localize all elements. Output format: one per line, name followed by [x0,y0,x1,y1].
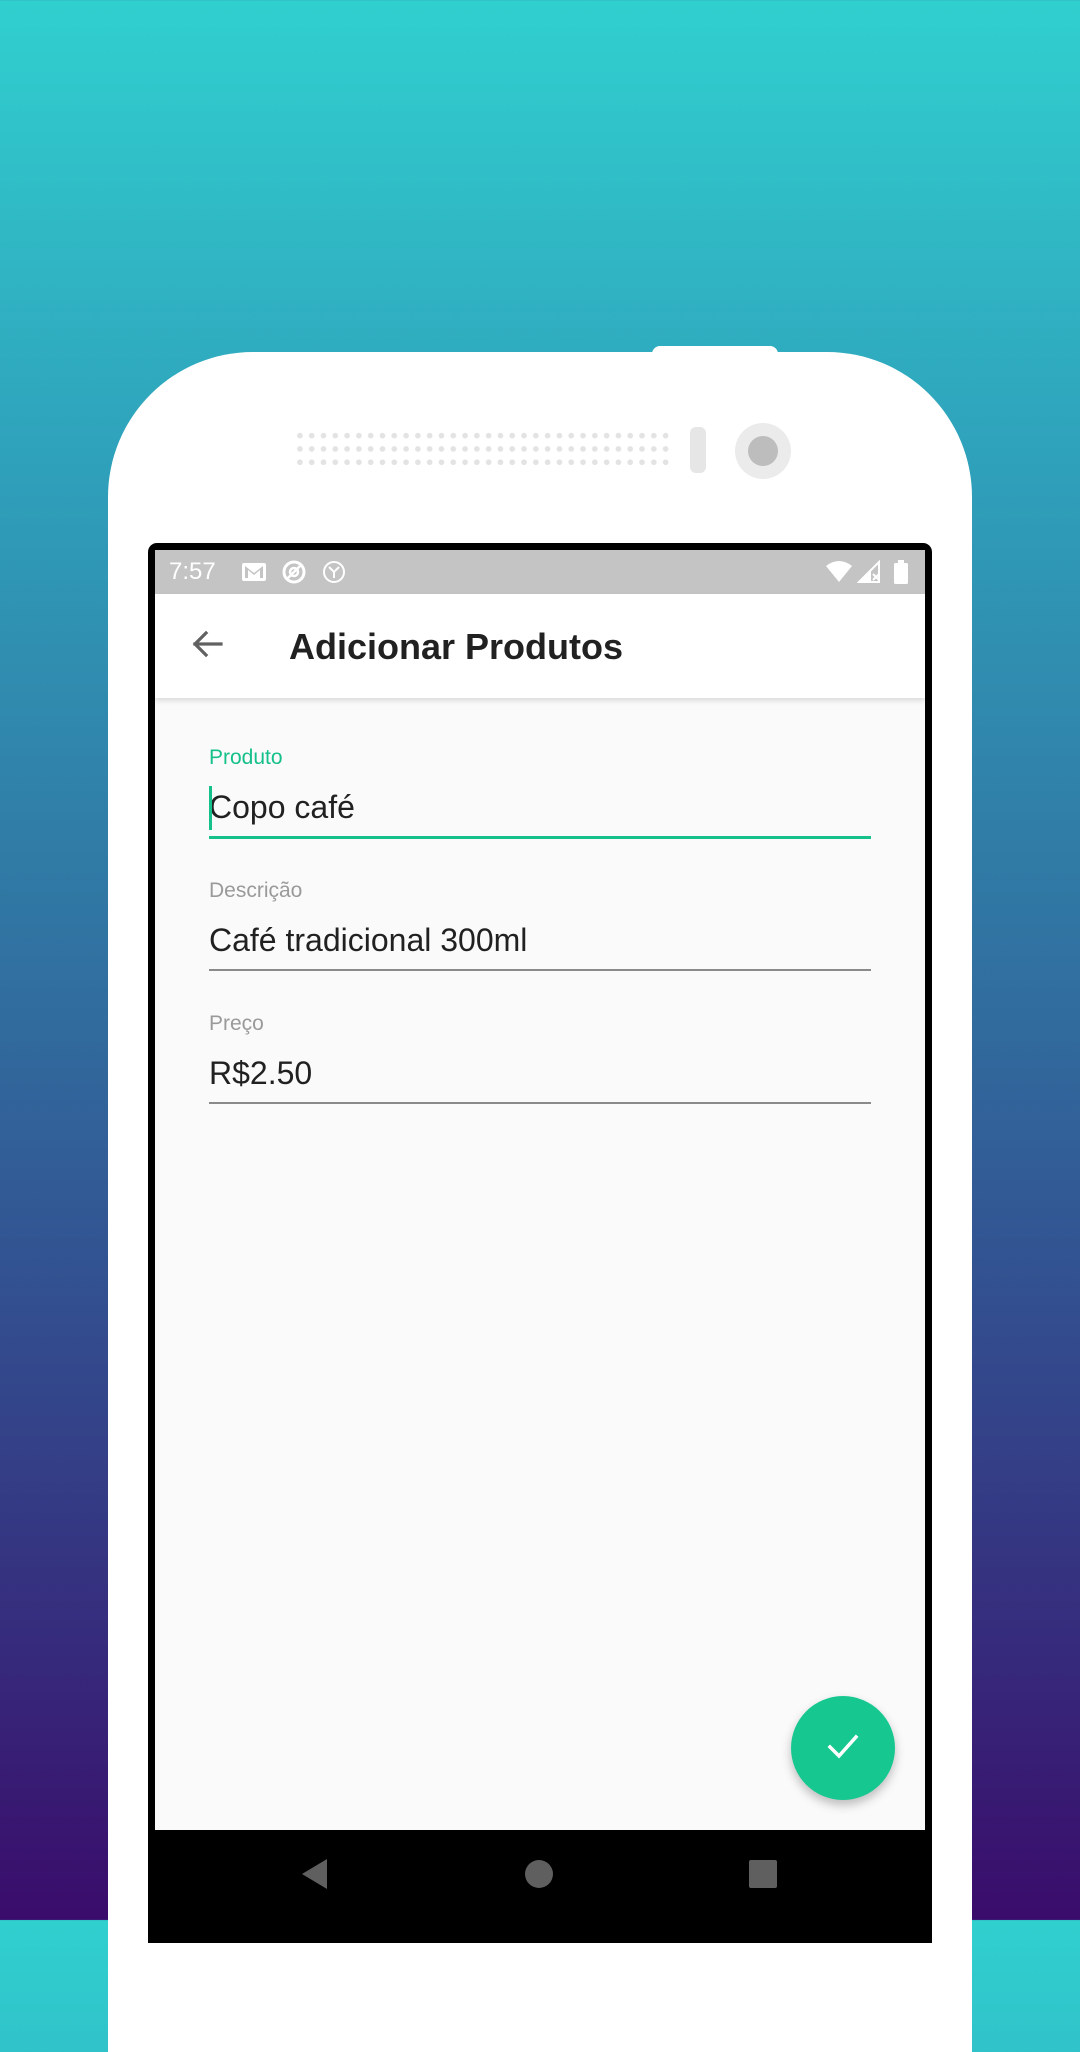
app-notification-icon [321,560,347,584]
nav-recents-icon [748,1859,778,1894]
nav-home-icon [523,1858,555,1895]
signal-icon [856,559,883,584]
check-icon [823,1726,863,1771]
sync-icon [281,560,307,584]
produto-input[interactable] [209,782,871,832]
status-bar: 7:57 [155,550,925,594]
preco-label: Preço [209,1012,264,1035]
nav-back-icon [299,1857,331,1896]
wifi-icon [825,560,852,584]
back-button[interactable] [185,624,229,668]
phone-sensor [690,427,706,473]
descricao-underline [209,969,871,971]
app-bar: Adicionar Produtos [155,594,925,698]
phone-power-button [652,346,778,360]
phone-front-camera [735,423,791,479]
descricao-label: Descrição [209,879,303,902]
status-time: 7:57 [169,558,216,585]
device-screen: 7:57 Adicionar Produtos Produto Copo caf… [155,550,925,1920]
arrow-back-icon [191,628,223,665]
battery-icon [893,560,909,584]
nav-home-button[interactable] [519,1856,559,1896]
gmail-icon [241,560,267,584]
page-title: Adicionar Produtos [289,626,624,667]
nav-recents-button[interactable] [743,1856,783,1896]
navigation-bar [155,1830,925,1920]
produto-label: Produto [209,746,283,769]
descricao-input[interactable] [209,915,871,965]
phone-speaker-grille [294,429,674,469]
preco-input[interactable] [209,1048,871,1098]
nav-back-button[interactable] [295,1856,335,1896]
text-cursor [209,786,212,830]
produto-underline [209,836,871,839]
save-fab-button[interactable] [791,1696,895,1800]
preco-underline [209,1102,871,1104]
